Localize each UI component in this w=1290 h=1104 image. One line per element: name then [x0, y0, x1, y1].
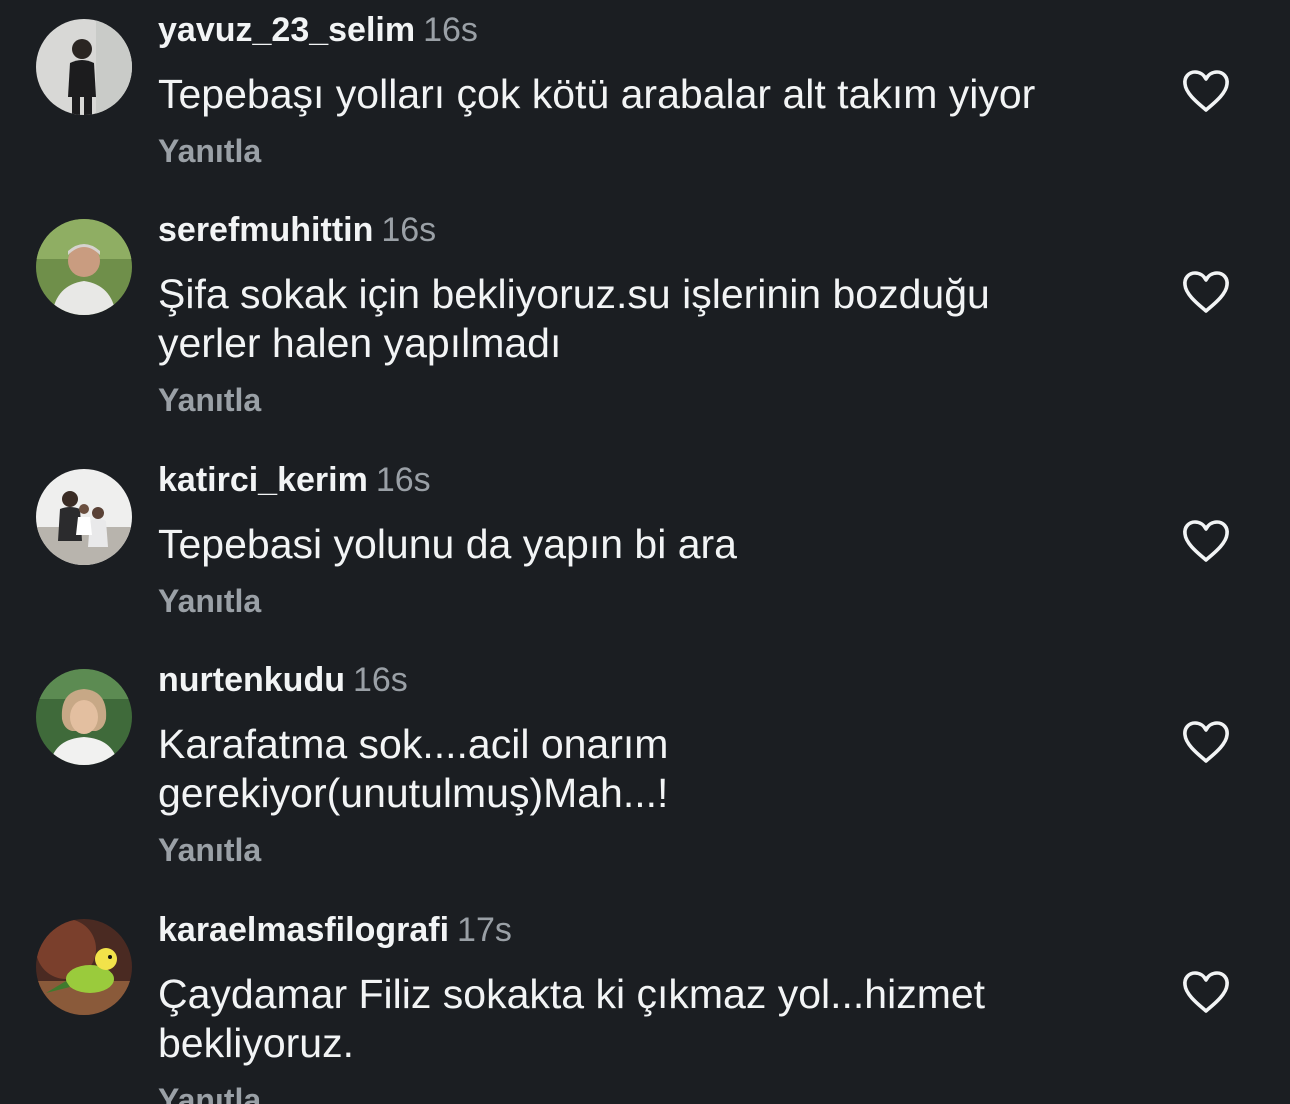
username[interactable]: katirci_kerim — [158, 461, 368, 499]
heart-outline-icon — [1183, 520, 1229, 562]
comment-item: serefmuhittin 16s Şifa sokak için bekliyo… — [0, 208, 1290, 443]
avatar[interactable] — [36, 669, 132, 765]
comment-text: Tepebasi yolunu da yapın bi ara — [158, 521, 737, 567]
avatar[interactable] — [36, 469, 132, 565]
timestamp: 16s — [352, 661, 408, 699]
username[interactable]: serefmuhittin — [158, 211, 373, 249]
like-button[interactable] — [1181, 719, 1231, 765]
avatar[interactable] — [36, 19, 132, 115]
comment-header: nurtenkudu 16s — [158, 658, 408, 702]
username[interactable]: karaelmasfilografi — [158, 911, 449, 949]
reply-button[interactable]: Yanıtla — [158, 830, 261, 870]
heart-outline-icon — [1183, 721, 1229, 763]
username[interactable]: yavuz_23_selim — [158, 11, 415, 49]
comment-text: Çaydamar Filiz sokakta ki çıkmaz yol...h… — [158, 971, 986, 1066]
like-button[interactable] — [1181, 518, 1231, 564]
timestamp: 17s — [457, 911, 512, 949]
like-button[interactable] — [1181, 269, 1231, 315]
comment-item: karaelmasfilografi 17s Çaydamar Filiz sok… — [0, 908, 1290, 1104]
reply-button[interactable]: Yanıtla — [158, 581, 261, 621]
comments-list: yavuz_23_selim 16s Tepebaşı yolları çok k… — [0, 0, 1290, 1104]
comment-text: Karafatma sok....acil onarım gerekiyor(u… — [158, 721, 669, 816]
comment-item: katirci_kerim 16s Tepebasi yolunu da yapı… — [0, 458, 1290, 648]
timestamp: 16s — [381, 211, 437, 249]
username[interactable]: nurtenkudu — [158, 661, 345, 699]
reply-button[interactable]: Yanıtla — [158, 131, 261, 171]
avatar[interactable] — [36, 919, 132, 1015]
timestamp: 16s — [423, 11, 478, 49]
avatar[interactable] — [36, 219, 132, 315]
heart-outline-icon — [1183, 70, 1229, 112]
comment-text: Şifa sokak için bekliyoruz.su işlerinin … — [158, 271, 990, 366]
comment-text: Tepebaşı yolları çok kötü arabalar alt t… — [158, 71, 1036, 117]
comment-item: yavuz_23_selim 16s Tepebaşı yolları çok k… — [0, 8, 1290, 198]
heart-outline-icon — [1183, 971, 1229, 1013]
timestamp: 16s — [375, 461, 431, 499]
comment-header: yavuz_23_selim 16s — [158, 8, 478, 52]
comment-header: serefmuhittin 16s — [158, 208, 436, 252]
comment-header: karaelmasfilografi 17s — [158, 908, 512, 952]
like-button[interactable] — [1181, 68, 1231, 114]
heart-outline-icon — [1183, 271, 1229, 313]
like-button[interactable] — [1181, 969, 1231, 1015]
comment-item: nurtenkudu 16s Karafatma sok....acil onar… — [0, 658, 1290, 893]
reply-button[interactable]: Yanıtla — [158, 380, 261, 420]
comment-header: katirci_kerim 16s — [158, 458, 431, 502]
reply-button[interactable]: Yanıtla — [158, 1080, 261, 1104]
